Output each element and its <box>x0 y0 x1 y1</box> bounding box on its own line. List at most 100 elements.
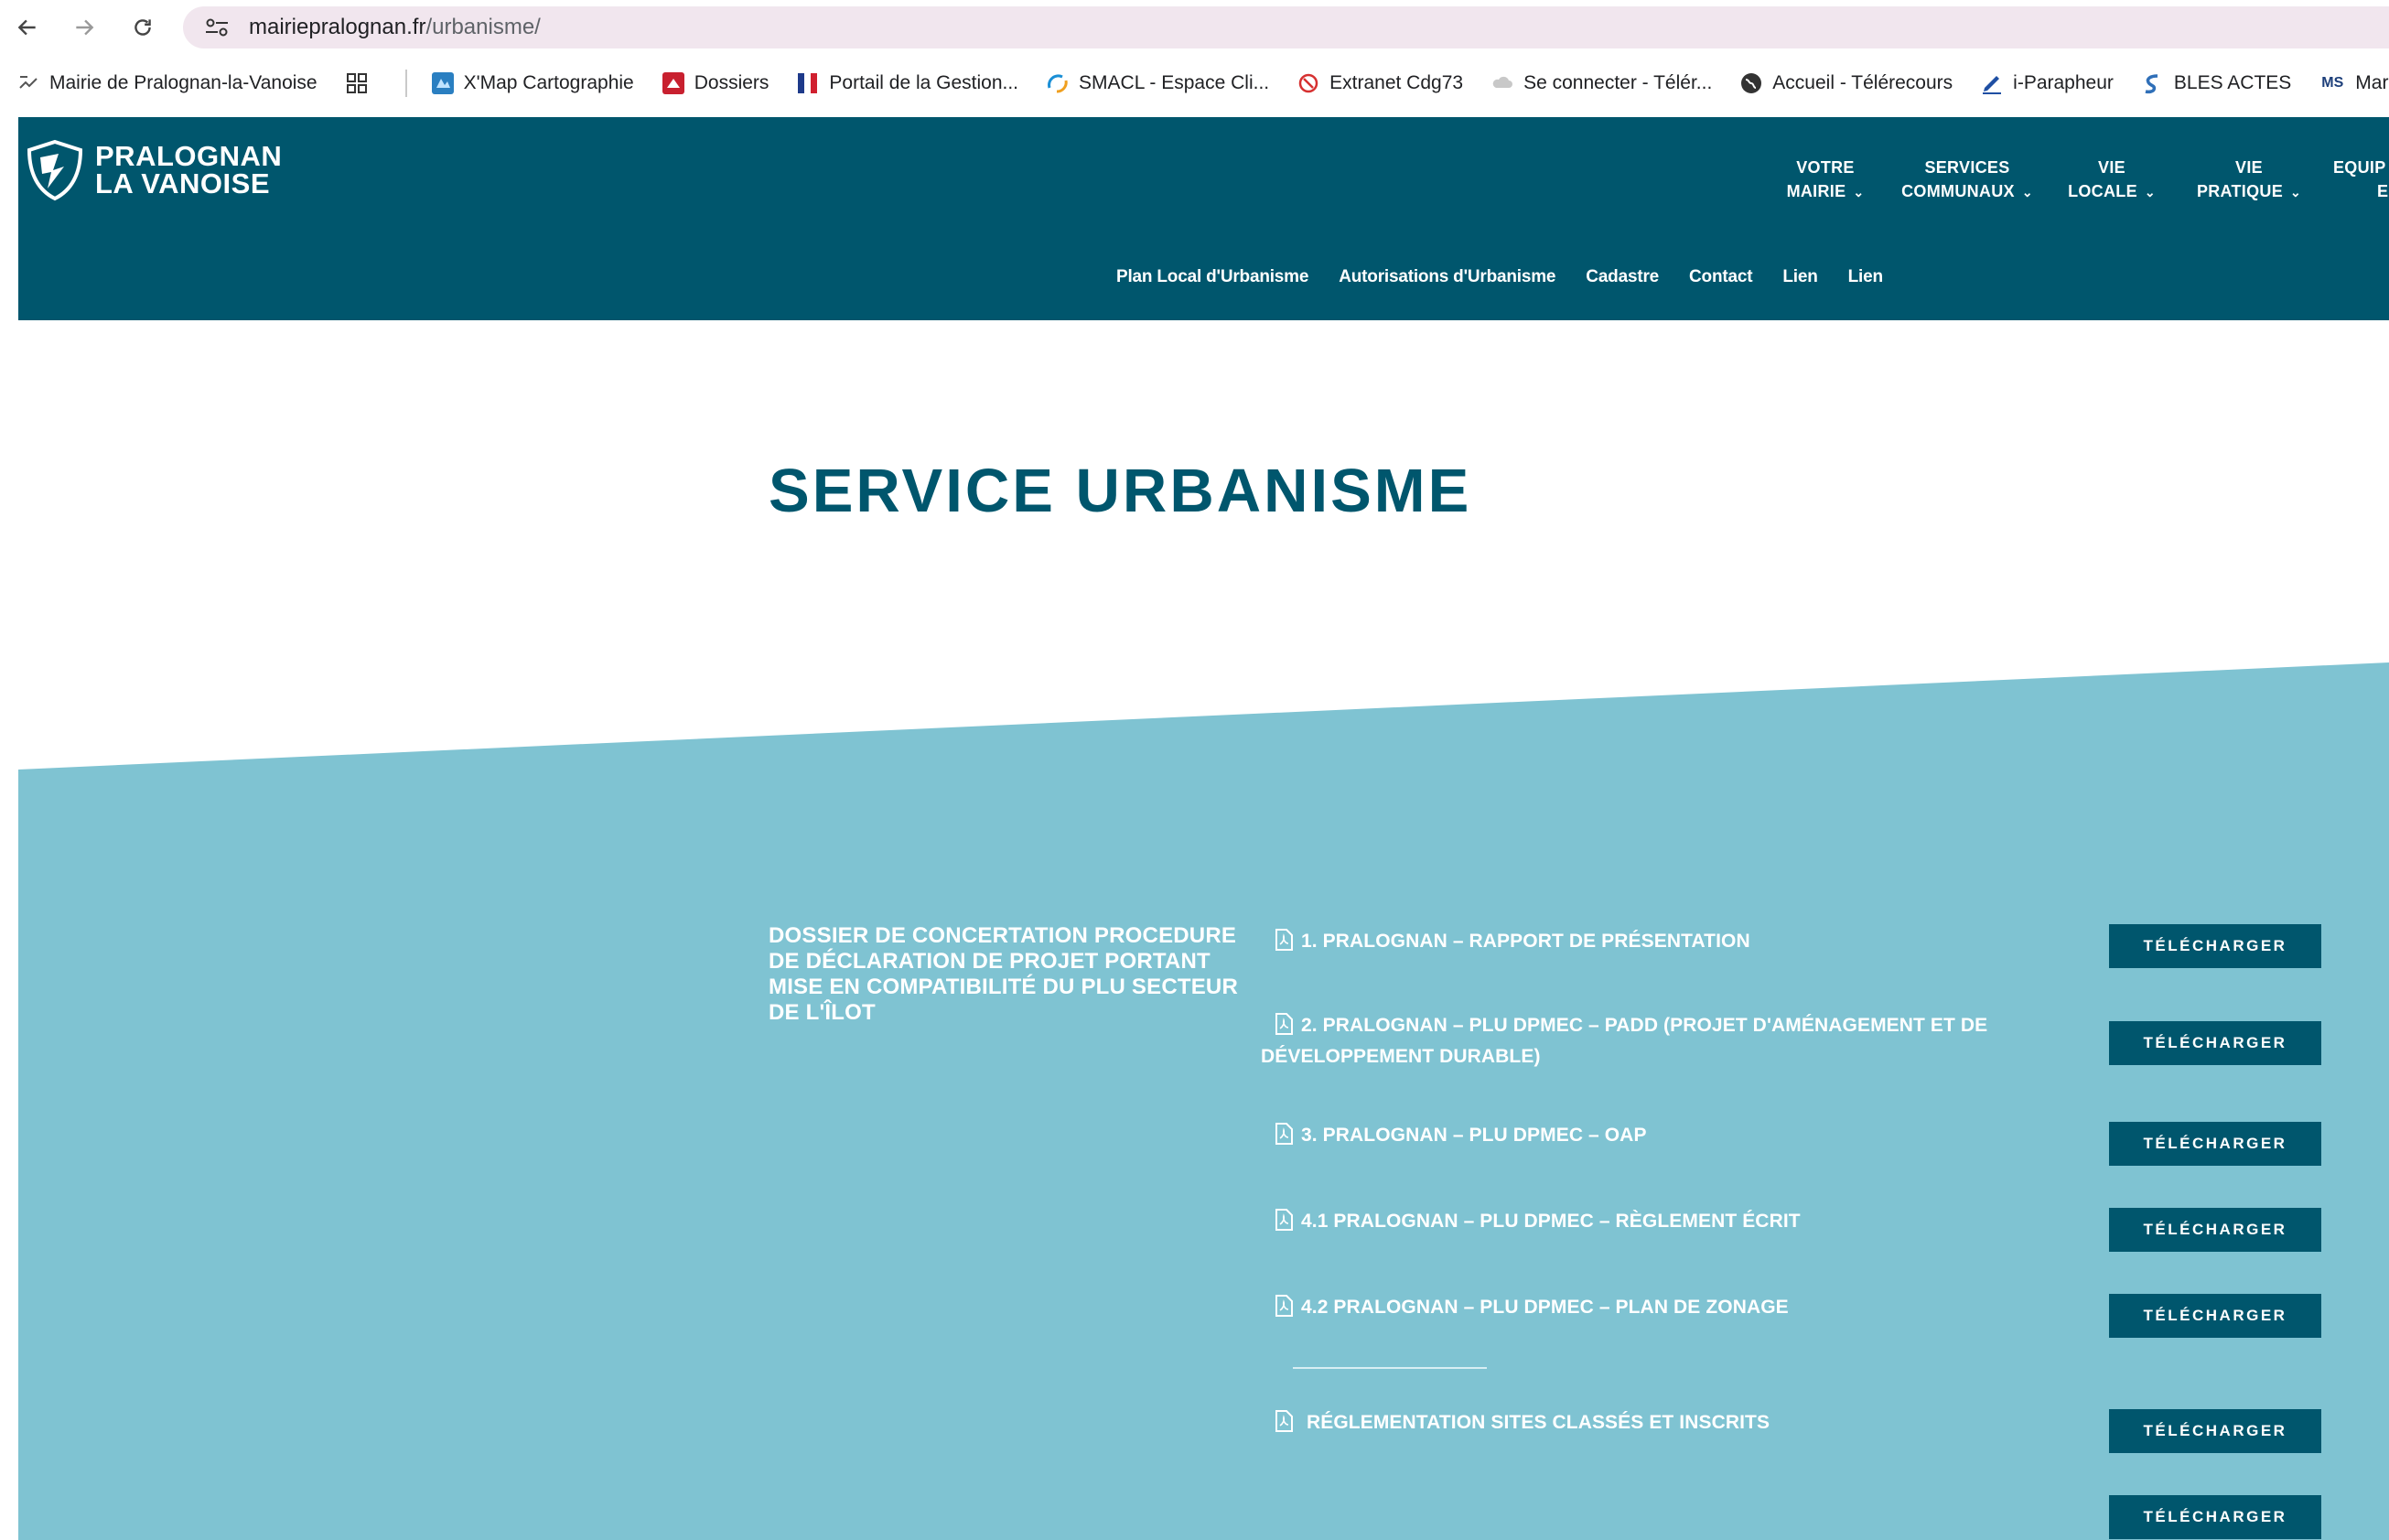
document-link[interactable]: RÉGLEMENTATION SITES CLASSÉS ET INSCRITS <box>1274 1407 1987 1438</box>
bookmark-label: Portail de la Gestion... <box>829 72 1019 93</box>
subnav-lien[interactable]: Lien <box>1782 267 1817 287</box>
nav-services-communaux[interactable]: SERVICES COMMUNAUX ⌄ <box>1880 156 2054 204</box>
bookmark-marches[interactable]: MS Marches-se <box>2319 71 2389 95</box>
sub-nav: Plan Local d'Urbanisme Autorisations d'U… <box>1116 267 1913 287</box>
bookmark-label: Extranet Cdg73 <box>1329 72 1464 93</box>
document-label: 2. PRALOGNAN – PLU DPMEC – PADD (PROJET … <box>1261 1015 1988 1067</box>
pdf-file-icon <box>1275 929 1293 951</box>
nav-equipements[interactable]: EQUIP E <box>2333 156 2389 203</box>
pdf-file-icon <box>1275 1123 1293 1145</box>
reload-button[interactable] <box>124 9 161 46</box>
download-button[interactable]: TÉLÉCHARGER <box>2109 1021 2321 1065</box>
document-label: 1. PRALOGNAN – RAPPORT DE PRÉSENTATION <box>1301 931 1750 952</box>
chevron-down-icon: ⌄ <box>2290 185 2302 199</box>
bookmark-dossiers[interactable]: Dossiers <box>662 71 769 95</box>
bookmark-label: Dossiers <box>694 72 769 93</box>
document-link[interactable]: 4.1 PRALOGNAN – PLU DPMEC – RÈGLEMENT ÉC… <box>1274 1206 1987 1237</box>
back-button[interactable] <box>9 9 46 46</box>
nav-line2: PRATIQUE <box>2196 182 2284 200</box>
folder-icon <box>662 71 685 95</box>
bookmark-xmap[interactable]: X'Map Cartographie <box>431 71 634 95</box>
download-button[interactable]: TÉLÉCHARGER <box>2109 1294 2321 1338</box>
download-button[interactable]: TÉLÉCHARGER <box>2109 1409 2321 1453</box>
nav-line1: VIE <box>2098 158 2125 177</box>
document-link[interactable]: 2. PRALOGNAN – PLU DPMEC – PADD (PROJET … <box>1261 1010 1993 1072</box>
page-title: SERVICE URBANISME <box>769 457 1472 525</box>
bookmark-label: X'Map Cartographie <box>463 72 634 93</box>
bookmark-label: i-Parapheur <box>2013 72 2114 93</box>
address-bar[interactable]: mairiepralognan.fr/urbanisme/ <box>183 6 2389 48</box>
nav-line2: LOCALE <box>2068 182 2137 200</box>
browser-address-row: mairiepralognan.fr/urbanisme/ <box>0 0 2389 55</box>
nav-vie-locale[interactable]: VIE LOCALE ⌄ <box>2048 156 2176 204</box>
site-settings-icon[interactable] <box>201 14 232 41</box>
bookmark-label: Marches-se <box>2355 72 2389 93</box>
bookmark-bles-actes[interactable]: BLES ACTES <box>2141 71 2291 95</box>
bookmark-label: SMACL - Espace Cli... <box>1079 72 1270 93</box>
document-row: 2. PRALOGNAN – PLU DPMEC – PADD (PROJET … <box>1261 1010 2321 1074</box>
nav-line1: EQUIP <box>2333 158 2386 177</box>
bookmark-extranet[interactable]: Extranet Cdg73 <box>1297 71 1463 95</box>
bookmark-portail[interactable]: Portail de la Gestion... <box>796 71 1018 95</box>
chevron-down-icon: ⌄ <box>2021 185 2033 199</box>
nav-line2: COMMUNAUX <box>1901 182 2015 200</box>
subnav-cadastre[interactable]: Cadastre <box>1586 267 1659 287</box>
document-row: TÉLÉCHARGER <box>1274 1493 2321 1539</box>
pdf-file-icon <box>1275 1295 1293 1317</box>
arrow-right-icon <box>76 19 94 36</box>
subnav-autorisations-urbanisme[interactable]: Autorisations d'Urbanisme <box>1339 267 1555 287</box>
document-row: 3. PRALOGNAN – PLU DPMEC – OAP TÉLÉCHARG… <box>1274 1120 2321 1166</box>
bookmark-iparapheur[interactable]: i-Parapheur <box>1980 71 2114 95</box>
pdf-file-icon <box>1275 1013 1293 1035</box>
apps-grid-icon <box>345 71 369 95</box>
forward-button[interactable] <box>66 9 102 46</box>
bookmark-label: Mairie de Pralognan-la-Vanoise <box>49 72 317 93</box>
bookmark-se-connecter[interactable]: Se connecter - Télér... <box>1490 71 1712 95</box>
download-button[interactable]: TÉLÉCHARGER <box>2109 1495 2321 1539</box>
download-button[interactable]: TÉLÉCHARGER <box>2109 1122 2321 1166</box>
nav-line1: SERVICES <box>1924 158 2010 177</box>
url-domain: mairiepralognan.fr <box>249 15 426 39</box>
chevron-down-icon: ⌄ <box>2144 185 2156 199</box>
document-row: 4.1 PRALOGNAN – PLU DPMEC – RÈGLEMENT ÉC… <box>1274 1206 2321 1252</box>
cloud-icon <box>1490 71 1514 95</box>
cdg-icon <box>1297 71 1320 95</box>
chevron-down-icon: ⌄ <box>1853 185 1865 199</box>
bookmark-smacl[interactable]: SMACL - Espace Cli... <box>1046 71 1269 95</box>
subnav-lien[interactable]: Lien <box>1848 267 1883 287</box>
subnav-contact[interactable]: Contact <box>1689 267 1753 287</box>
main-nav: VOTRE MAIRIE ⌄ SERVICES COMMUNAUX ⌄ VIE LO… <box>18 156 2389 210</box>
document-link[interactable]: 3. PRALOGNAN – PLU DPMEC – OAP <box>1274 1120 1987 1151</box>
pdf-file-icon <box>1275 1410 1293 1432</box>
apps-grid[interactable] <box>345 71 378 95</box>
document-row: RÉGLEMENTATION SITES CLASSÉS ET INSCRITS… <box>1274 1407 2321 1453</box>
download-button[interactable]: TÉLÉCHARGER <box>2109 924 2321 968</box>
bookmark-label: Accueil - Télérecours <box>1772 72 1953 93</box>
ble-icon <box>2141 71 2165 95</box>
map-icon <box>431 71 455 95</box>
nav-vie-pratique[interactable]: VIE PRATIQUE ⌄ <box>2176 156 2322 204</box>
dossier-title: DOSSIER DE CONCERTATION PROCEDURE DE DÉC… <box>769 923 1238 1025</box>
section-divider <box>1293 1367 1487 1369</box>
bookmark-mairie[interactable]: Mairie de Pralognan-la-Vanoise <box>16 71 317 95</box>
nav-line2: E <box>2377 182 2389 200</box>
document-label: 4.1 PRALOGNAN – PLU DPMEC – RÈGLEMENT ÉC… <box>1301 1211 1801 1232</box>
smacl-icon <box>1046 71 1070 95</box>
nav-line1: VIE <box>2235 158 2263 177</box>
nav-votre-mairie[interactable]: VOTRE MAIRIE ⌄ <box>1757 156 1894 204</box>
subnav-plan-local-urbanisme[interactable]: Plan Local d'Urbanisme <box>1116 267 1308 287</box>
bookmarks-bar: Mairie de Pralognan-la-Vanoise X'Map Car… <box>0 57 2389 110</box>
flag-icon <box>796 71 820 95</box>
nav-line2: MAIRIE <box>1786 182 1846 200</box>
document-link[interactable]: 1. PRALOGNAN – RAPPORT DE PRÉSENTATION <box>1274 926 1987 957</box>
url-path: /urbanisme/ <box>425 15 541 39</box>
document-row: 4.2 PRALOGNAN – PLU DPMEC – PLAN DE ZONA… <box>1274 1292 2321 1338</box>
bookmark-telerecours[interactable]: Accueil - Télérecours <box>1739 71 1953 95</box>
nav-line1: VOTRE <box>1796 158 1855 177</box>
document-label: 4.2 PRALOGNAN – PLU DPMEC – PLAN DE ZONA… <box>1301 1297 1789 1318</box>
bookmarks-separator <box>404 70 407 97</box>
document-link[interactable]: 4.2 PRALOGNAN – PLU DPMEC – PLAN DE ZONA… <box>1274 1292 1987 1323</box>
reload-icon <box>135 19 151 36</box>
download-button[interactable]: TÉLÉCHARGER <box>2109 1208 2321 1252</box>
globe-icon <box>1739 71 1763 95</box>
